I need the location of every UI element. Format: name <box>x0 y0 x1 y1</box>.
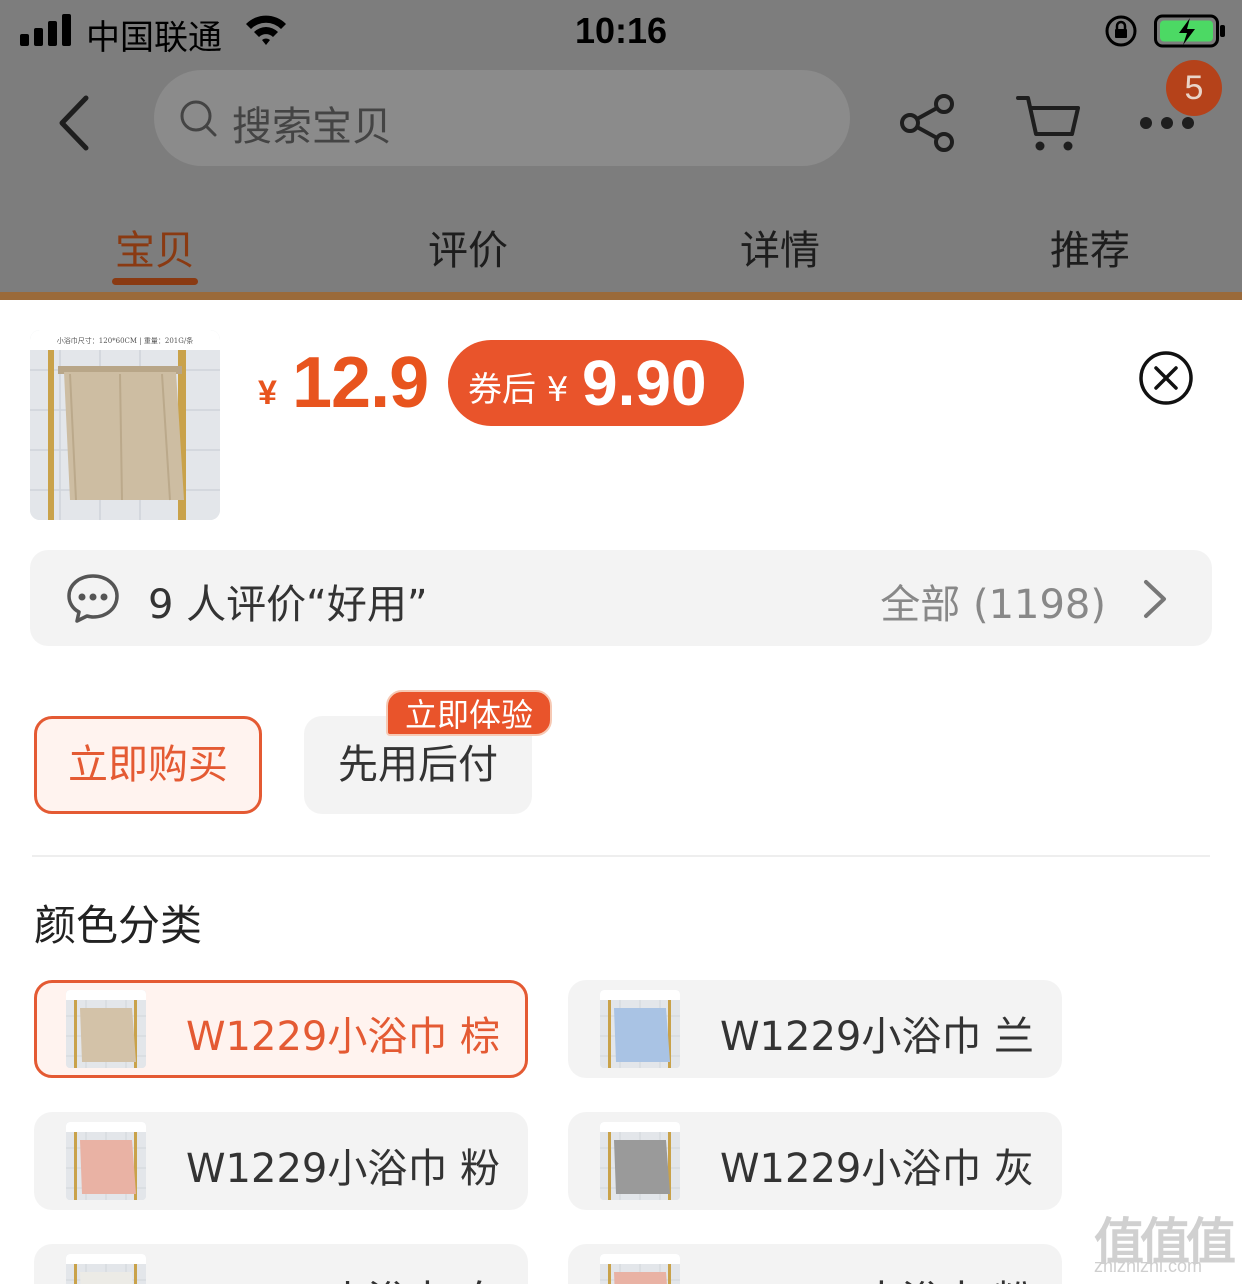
page-overlay[interactable]: 中国联通 10:16 搜索宝贝 5 宝贝 评价 详情 推荐 <box>0 0 1242 300</box>
sku-label: W1229小浴巾 白 <box>186 1268 500 1284</box>
sku-option[interactable]: W1229小浴巾 棕 <box>34 980 528 1078</box>
wifi-icon <box>246 15 286 45</box>
chevron-right-icon <box>1144 580 1166 618</box>
product-thumbnail[interactable]: 小浴巾尺寸：120*60CM | 重量：201G/条 <box>30 330 220 520</box>
cart-icon[interactable] <box>1014 92 1082 154</box>
sku-thumbnail <box>66 1254 146 1284</box>
coupon-price: 9.90 <box>582 347 707 419</box>
watermark-url: zhizhizhi.com <box>1094 1256 1203 1276</box>
color-category-title: 颜色分类 <box>34 901 203 950</box>
back-icon[interactable] <box>50 92 100 154</box>
buy-now-option[interactable]: 立即购买 <box>34 716 262 814</box>
sku-option[interactable]: W1229小浴巾 白 <box>34 1244 528 1284</box>
coupon-price-pill: 券后 ¥ 9.90 <box>448 340 744 426</box>
search-input[interactable]: 搜索宝贝 <box>154 70 850 166</box>
sku-label: W1229小浴巾 灰 <box>720 1146 1035 1192</box>
sku-option[interactable]: W1229小浴巾 兰 <box>568 980 1062 1078</box>
sku-option[interactable]: W1229小浴巾 粉 <box>34 1112 528 1210</box>
watermark: 值值值 zhizhizhi.com <box>1094 1196 1236 1284</box>
review-total: 全部 (1198) <box>880 582 1106 628</box>
sku-label: W1229小浴巾 兰 <box>720 1014 1035 1060</box>
tab-item[interactable]: 宝贝 <box>96 218 214 274</box>
clock: 10:16 <box>574 10 668 51</box>
sku-option[interactable]: W1229大浴巾 粉 <box>568 1244 1062 1284</box>
sku-thumbnail <box>66 1122 146 1200</box>
tab-reviews[interactable]: 评价 <box>408 218 528 274</box>
chat-bubble-icon <box>67 574 119 623</box>
status-bar: 中国联通 10:16 <box>0 0 1242 62</box>
sku-thumbnail <box>66 990 146 1068</box>
orientation-lock-icon <box>1105 15 1137 47</box>
divider <box>32 855 1210 857</box>
sku-selector-sheet: 小浴巾尺寸：120*60CM | 重量：201G/条 ¥ 12.9 券后 ¥ 9… <box>0 300 1242 1284</box>
search-placeholder: 搜索宝贝 <box>232 104 392 150</box>
review-summary-bar[interactable]: 9 人评价“好用” 全部 (1198) <box>30 550 1212 646</box>
review-summary-text: 9 人评价“好用” <box>148 582 428 628</box>
page-content-strip <box>0 292 1242 300</box>
price: 12.9 <box>292 343 429 423</box>
battery-icon <box>1154 14 1225 48</box>
share-icon[interactable] <box>898 92 958 154</box>
sku-label: W1229大浴巾 粉 <box>720 1268 1034 1284</box>
tab-details[interactable]: 详情 <box>720 218 840 274</box>
sku-label: W1229小浴巾 粉 <box>186 1146 501 1192</box>
sku-label: W1229小浴巾 棕 <box>186 1014 501 1060</box>
search-icon <box>180 100 217 137</box>
sku-thumbnail <box>600 1254 680 1284</box>
sku-thumbnail <box>600 1122 680 1200</box>
sku-thumbnail <box>600 990 680 1068</box>
coupon-label: 券后 ¥ <box>468 370 569 410</box>
close-icon[interactable] <box>1138 350 1194 406</box>
tab-recommend[interactable]: 推荐 <box>1030 218 1150 274</box>
active-tab-indicator <box>112 278 198 285</box>
sku-option[interactable]: W1229小浴巾 灰 <box>568 1112 1062 1210</box>
thumb-caption: 小浴巾尺寸：120*60CM | 重量：201G/条 <box>57 336 193 345</box>
carrier-name: 中国联通 <box>86 18 222 58</box>
price-currency: ¥ <box>258 374 277 412</box>
towel-image: 小浴巾尺寸：120*60CM | 重量：201G/条 <box>30 330 220 520</box>
message-count-badge: 5 <box>1166 60 1222 116</box>
try-now-tag: 立即体验 <box>386 690 552 736</box>
signal-icon <box>20 14 72 46</box>
